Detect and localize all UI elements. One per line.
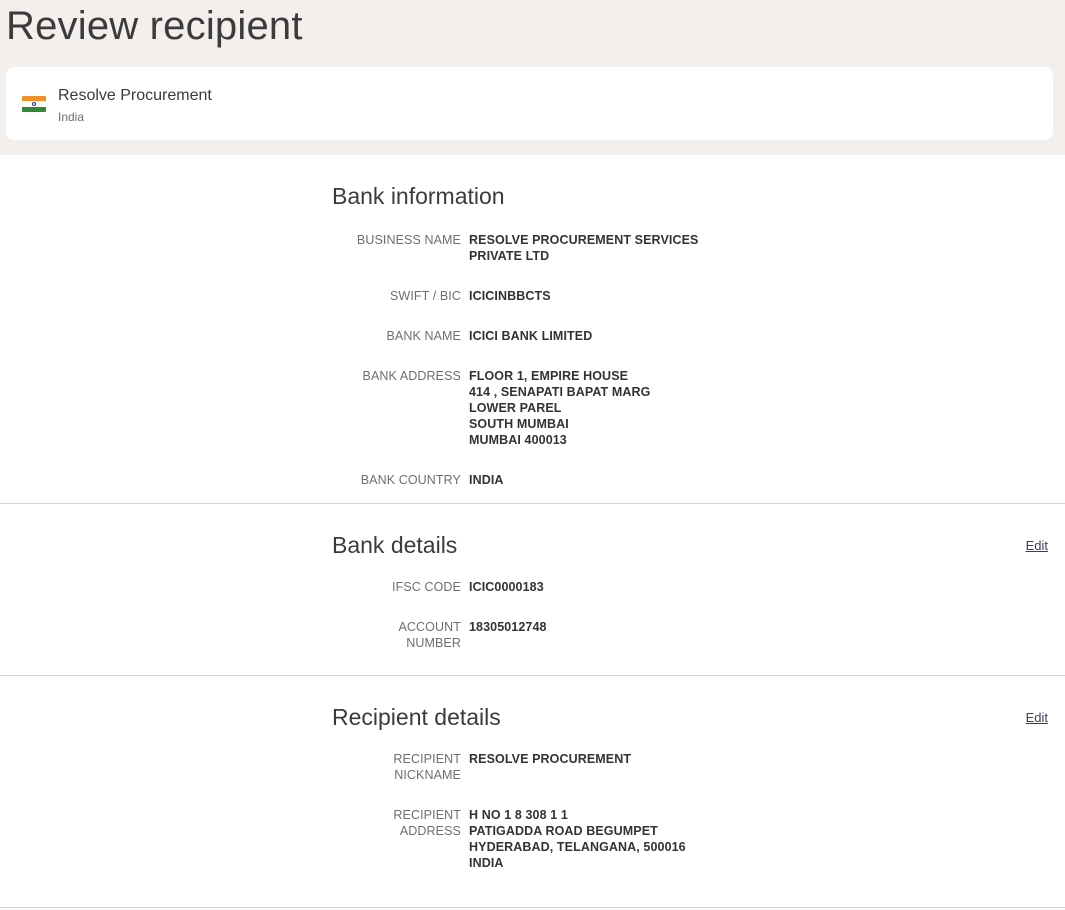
- account-number-label: ACCOUNT NUMBER: [398, 620, 461, 650]
- india-flag-icon: [22, 96, 46, 112]
- recipient-name: Resolve Procurement: [58, 87, 212, 104]
- recipient-address-row: RECIPIENT ADDRESS H NO 1 8 308 1 1 PATIG…: [332, 807, 732, 871]
- account-number-value: 18305012748: [469, 620, 547, 634]
- bank-details-title: Bank details: [332, 532, 458, 558]
- bank-details-section: Bank details Edit IFSC CODE ICIC0000183 …: [0, 504, 1065, 676]
- recipient-country: India: [58, 110, 85, 124]
- business-name-label: BUSINESS NAME: [356, 233, 461, 247]
- swift-bic-row: SWIFT / BIC ICICINBBCTS: [332, 288, 732, 304]
- recipient-details-edit-link[interactable]: Edit: [1026, 710, 1048, 725]
- bank-country-row: BANK COUNTRY INDIA: [332, 472, 732, 488]
- swift-bic-label: SWIFT / BIC: [389, 289, 461, 303]
- recipient-nickname-row: RECIPIENT NICKNAME RESOLVE PROCUREMENT: [332, 751, 732, 783]
- bank-country-label: BANK COUNTRY: [360, 473, 461, 487]
- header-area: Review recipient Resolve Procurement Ind…: [0, 0, 1065, 155]
- bank-address-value: FLOOR 1, EMPIRE HOUSE 414 , SENAPATI BAP…: [469, 369, 651, 447]
- ifsc-code-value: ICIC0000183: [469, 580, 544, 594]
- account-number-row: ACCOUNT NUMBER 18305012748: [332, 619, 732, 651]
- ifsc-code-row: IFSC CODE ICIC0000183: [332, 579, 732, 595]
- recipient-address-label: RECIPIENT ADDRESS: [393, 808, 461, 838]
- bank-name-row: BANK NAME ICICI BANK LIMITED: [332, 328, 732, 344]
- business-name-row: BUSINESS NAME RESOLVE PROCUREMENT SERVIC…: [332, 232, 732, 264]
- bank-name-label: BANK NAME: [386, 329, 461, 343]
- bank-address-label: BANK ADDRESS: [362, 369, 461, 383]
- business-name-value: RESOLVE PROCUREMENT SERVICES PRIVATE LTD: [469, 233, 699, 263]
- recipient-nickname-label: RECIPIENT NICKNAME: [393, 752, 461, 782]
- page-title: Review recipient: [6, 4, 303, 48]
- swift-bic-value: ICICINBBCTS: [469, 289, 551, 303]
- bank-name-value: ICICI BANK LIMITED: [469, 329, 593, 343]
- recipient-details-section: Recipient details Edit RECIPIENT NICKNAM…: [0, 676, 1065, 908]
- bank-country-value: INDIA: [469, 473, 504, 487]
- recipient-details-title: Recipient details: [332, 704, 501, 730]
- ifsc-code-label: IFSC CODE: [392, 580, 461, 594]
- bank-information-title: Bank information: [332, 183, 505, 209]
- bank-information-section: Bank information BUSINESS NAME RESOLVE P…: [0, 155, 1065, 504]
- bank-address-row: BANK ADDRESS FLOOR 1, EMPIRE HOUSE 414 ,…: [332, 368, 732, 448]
- recipient-nickname-value: RESOLVE PROCUREMENT: [469, 752, 632, 766]
- bank-details-edit-link[interactable]: Edit: [1026, 538, 1048, 553]
- recipient-address-value: H NO 1 8 308 1 1 PATIGADDA ROAD BEGUMPET…: [469, 808, 686, 870]
- recipient-summary-card: Resolve Procurement India: [6, 67, 1053, 140]
